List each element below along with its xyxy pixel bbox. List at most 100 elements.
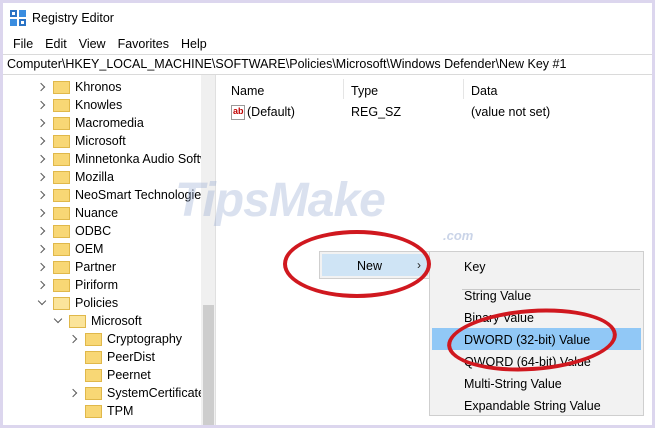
tree-item-macromedia[interactable]: Macromedia (37, 114, 144, 132)
tree-item-policies[interactable]: Policies (37, 294, 118, 312)
folder-icon (53, 224, 70, 238)
address-bar[interactable]: Computer\HKEY_LOCAL_MACHINE\SOFTWARE\Pol… (3, 54, 652, 75)
window-title: Registry Editor (32, 11, 114, 25)
submenu-string-value[interactable]: String Value (432, 284, 641, 306)
column-divider[interactable] (343, 79, 344, 99)
column-data[interactable]: Data (471, 84, 497, 98)
tree-item-mozilla[interactable]: Mozilla (37, 168, 114, 186)
chevron-right-icon[interactable] (37, 190, 47, 200)
folder-icon (53, 152, 70, 166)
tree-item-label: Partner (75, 260, 116, 274)
watermark-domain: .com (443, 228, 474, 243)
tree-item-nuance[interactable]: Nuance (37, 204, 118, 222)
tree-item-microsoft[interactable]: Microsoft (37, 132, 126, 150)
tree-item-label: Cryptography (107, 332, 183, 346)
registry-editor-window: Registry Editor File Edit View Favorites… (3, 3, 652, 425)
tree-item-systemcertificates[interactable]: SystemCertificates (69, 384, 211, 402)
chevron-right-icon[interactable] (37, 226, 47, 236)
menu-edit[interactable]: Edit (39, 34, 73, 54)
folder-open-icon (53, 296, 70, 310)
menu-view[interactable]: View (73, 34, 112, 54)
tree-item-cryptography[interactable]: Cryptography (69, 330, 182, 348)
folder-icon (53, 116, 70, 130)
folder-icon (53, 134, 70, 148)
column-name[interactable]: Name (231, 84, 264, 98)
menu-help[interactable]: Help (175, 34, 213, 54)
tree-item-label: Macromedia (75, 116, 144, 130)
tree-item-label: ODBC (75, 224, 112, 238)
folder-icon (53, 98, 70, 112)
tree-scrollbar[interactable] (201, 75, 215, 425)
column-type[interactable]: Type (351, 84, 378, 98)
tree-item-label: PeerDist (107, 350, 155, 364)
chevron-right-icon[interactable] (37, 262, 47, 272)
key-tree: Khronos Knowles Macromedia Microsoft Min… (3, 75, 216, 425)
tree-item-minnetonka[interactable]: Minnetonka Audio Softw (37, 150, 209, 168)
tree-item-knowles[interactable]: Knowles (37, 96, 122, 114)
value-data: (value not set) (471, 105, 551, 119)
chevron-right-icon[interactable] (37, 82, 47, 92)
chevron-right-icon[interactable] (69, 388, 79, 398)
tree-item-tpm[interactable]: TPM (85, 402, 133, 420)
watermark-logo: TipsMake (175, 173, 386, 228)
context-menu-new[interactable]: New › (322, 254, 428, 276)
tree-item-label: Mozilla (75, 170, 114, 184)
tree-item-policies-microsoft[interactable]: Microsoft (53, 312, 142, 330)
column-divider[interactable] (463, 79, 464, 99)
menu-favorites[interactable]: Favorites (112, 34, 175, 54)
string-value-icon: ab (231, 105, 245, 120)
submenu-multi-string-value[interactable]: Multi-String Value (432, 372, 641, 394)
chevron-right-icon: › (417, 258, 421, 272)
folder-icon (85, 350, 102, 364)
chevron-right-icon[interactable] (37, 172, 47, 182)
tree-item-label: Microsoft (91, 314, 142, 328)
chevron-right-icon[interactable] (37, 208, 47, 218)
submenu-item-label: Key (464, 260, 486, 274)
chevron-right-icon[interactable] (37, 100, 47, 110)
watermark-text: TipsMake (175, 174, 386, 227)
folder-icon (53, 206, 70, 220)
chevron-right-icon[interactable] (37, 118, 47, 128)
chevron-down-icon[interactable] (53, 316, 63, 326)
folder-icon (85, 368, 102, 382)
tree-item-partner[interactable]: Partner (37, 258, 116, 276)
tree-item-label: OEM (75, 242, 104, 256)
folder-icon (53, 242, 70, 256)
tree-item-khronos[interactable]: Khronos (37, 78, 122, 96)
tree-item-oem[interactable]: OEM (37, 240, 103, 258)
submenu-dword-value[interactable]: DWORD (32-bit) Value (432, 328, 641, 350)
folder-open-icon (69, 314, 86, 328)
submenu-qword-value[interactable]: QWORD (64-bit) Value (432, 350, 641, 372)
tree-item-piriform[interactable]: Piriform (37, 276, 118, 294)
tree-item-label: Piriform (75, 278, 119, 292)
folder-icon (53, 278, 70, 292)
tree-item-label: Khronos (75, 80, 122, 94)
tree-item-peernet[interactable]: Peernet (85, 366, 151, 384)
tree-item-label: Policies (75, 296, 119, 310)
submenu-key[interactable]: Key (432, 255, 641, 277)
chevron-right-icon[interactable] (69, 334, 79, 344)
tree-item-label: Peernet (107, 368, 151, 382)
folder-icon (53, 260, 70, 274)
folder-icon (85, 332, 102, 346)
tree-item-label: SystemCertificates (107, 386, 212, 400)
chevron-right-icon[interactable] (37, 136, 47, 146)
folder-icon (85, 386, 102, 400)
folder-icon (53, 170, 70, 184)
submenu-expandable-string-value[interactable]: Expandable String Value (432, 394, 641, 416)
context-menu: New › (319, 251, 431, 279)
folder-icon (53, 80, 70, 94)
new-submenu: Key String Value Binary Value DWORD (32-… (429, 251, 644, 416)
chevron-right-icon[interactable] (37, 154, 47, 164)
submenu-item-label: Binary Value (464, 311, 534, 325)
chevron-right-icon[interactable] (37, 244, 47, 254)
submenu-binary-value[interactable]: Binary Value (432, 306, 641, 328)
tree-scrollbar-thumb[interactable] (203, 305, 214, 425)
menu-file[interactable]: File (7, 34, 39, 54)
chevron-right-icon[interactable] (37, 280, 47, 290)
context-menu-new-label: New (357, 259, 383, 273)
chevron-down-icon[interactable] (37, 298, 47, 308)
tree-item-peerdist[interactable]: PeerDist (85, 348, 155, 366)
tree-item-odbc[interactable]: ODBC (37, 222, 111, 240)
submenu-item-label: String Value (464, 289, 532, 303)
